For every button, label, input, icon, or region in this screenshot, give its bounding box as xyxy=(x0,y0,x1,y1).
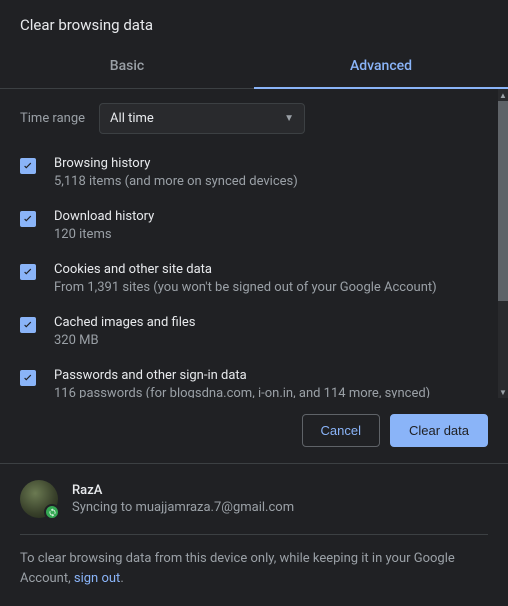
checkbox-browsing-history[interactable] xyxy=(20,158,36,174)
scrollbar-track[interactable]: ▲ ▼ xyxy=(498,89,508,398)
check-icon xyxy=(21,371,35,385)
item-title: Cookies and other site data xyxy=(54,262,437,277)
footnote: To clear browsing data from this device … xyxy=(20,549,488,588)
time-range-select[interactable]: All time ▼ xyxy=(99,103,305,134)
items-list: Browsing history 5,118 items (and more o… xyxy=(20,156,488,398)
item-download-history: Download history 120 items xyxy=(20,209,488,242)
check-icon xyxy=(21,212,35,226)
check-icon xyxy=(21,318,35,332)
scrollbar-thumb[interactable] xyxy=(498,101,508,301)
item-desc: 5,118 items (and more on synced devices) xyxy=(54,174,298,189)
account-name: RazA xyxy=(72,483,294,498)
item-desc: 320 MB xyxy=(54,333,195,348)
time-range-value: All time xyxy=(110,111,154,126)
item-browsing-history: Browsing history 5,118 items (and more o… xyxy=(20,156,488,189)
item-title: Download history xyxy=(54,209,154,224)
tab-label: Basic xyxy=(110,58,144,74)
item-title: Passwords and other sign-in data xyxy=(54,368,430,383)
item-desc: 116 passwords (for blogsdna.com, i-on.in… xyxy=(54,386,430,398)
item-cached: Cached images and files 320 MB xyxy=(20,315,488,348)
scrollbar-down-icon[interactable]: ▼ xyxy=(498,386,508,398)
tab-advanced[interactable]: Advanced xyxy=(254,46,508,88)
avatar xyxy=(20,480,58,518)
item-cookies: Cookies and other site data From 1,391 s… xyxy=(20,262,488,295)
item-passwords: Passwords and other sign-in data 116 pas… xyxy=(20,368,488,398)
account-section: RazA Syncing to muajjamraza.7@gmail.com xyxy=(0,463,508,534)
checkbox-passwords[interactable] xyxy=(20,370,36,386)
checkbox-cookies[interactable] xyxy=(20,264,36,280)
clear-browsing-data-dialog: Clear browsing data Basic Advanced Time … xyxy=(0,0,508,606)
checkbox-cached[interactable] xyxy=(20,317,36,333)
scroll-area: Time range All time ▼ Browsing history 5… xyxy=(0,89,508,398)
item-desc: 120 items xyxy=(54,227,154,242)
check-icon xyxy=(21,159,35,173)
dialog-title: Clear browsing data xyxy=(0,0,508,46)
footnote-section: To clear browsing data from this device … xyxy=(0,534,508,606)
check-icon xyxy=(21,265,35,279)
sign-out-link[interactable]: sign out xyxy=(74,571,120,586)
footnote-suffix: . xyxy=(120,571,123,586)
footer-buttons: Cancel Clear data xyxy=(0,398,508,463)
time-range-row: Time range All time ▼ xyxy=(20,103,488,134)
chevron-down-icon: ▼ xyxy=(284,113,294,124)
time-range-label: Time range xyxy=(20,111,85,126)
sync-badge-icon xyxy=(44,504,60,520)
item-title: Cached images and files xyxy=(54,315,195,330)
tab-basic[interactable]: Basic xyxy=(0,46,254,88)
account-sync-status: Syncing to muajjamraza.7@gmail.com xyxy=(72,500,294,515)
clear-data-button[interactable]: Clear data xyxy=(390,414,488,447)
checkbox-download-history[interactable] xyxy=(20,211,36,227)
item-desc: From 1,391 sites (you won't be signed ou… xyxy=(54,280,437,295)
divider xyxy=(20,534,488,535)
cancel-button[interactable]: Cancel xyxy=(302,414,380,447)
tab-bar: Basic Advanced xyxy=(0,46,508,89)
tab-label: Advanced xyxy=(350,58,412,74)
item-title: Browsing history xyxy=(54,156,298,171)
scrollbar-up-icon[interactable]: ▲ xyxy=(498,89,508,101)
